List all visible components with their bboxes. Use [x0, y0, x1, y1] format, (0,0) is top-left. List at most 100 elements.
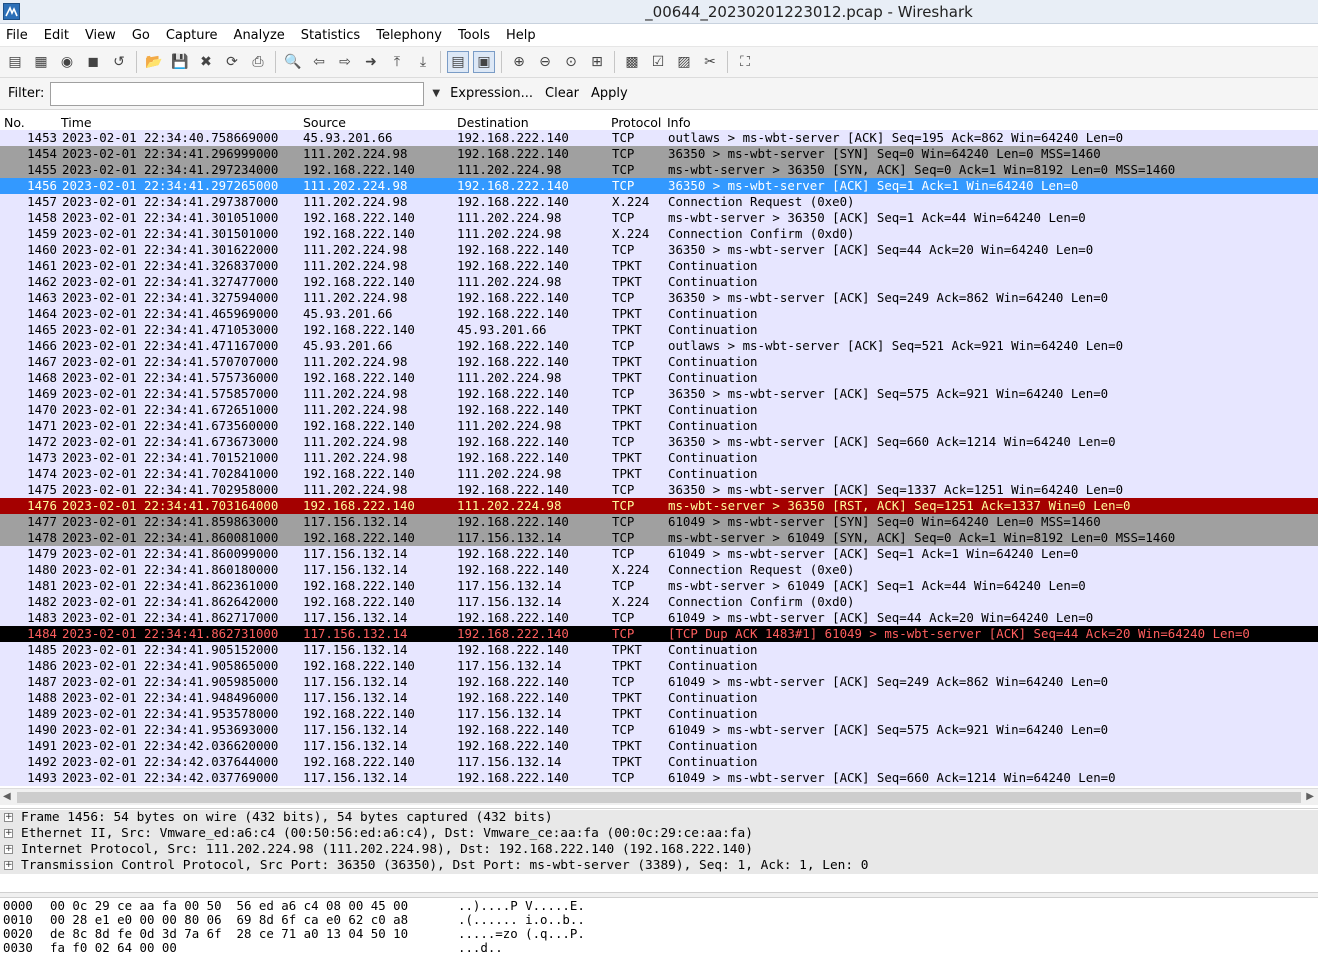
- menu-view[interactable]: View: [83, 26, 118, 45]
- bytes-ascii[interactable]: .....=zo (.q...P.: [458, 927, 585, 941]
- packet-row[interactable]: 1470 2023-02-01 22:34:41.672651000 111.202…: [0, 402, 1318, 418]
- packet-list[interactable]: No. Time Source Destination Protocol Inf…: [0, 114, 1318, 788]
- packet-row[interactable]: 1466 2023-02-01 22:34:41.471167000 45.93.2…: [0, 338, 1318, 354]
- bytes-ascii[interactable]: ..)....P V.....E.: [458, 899, 585, 913]
- zoom-in-icon[interactable]: ⊕: [508, 51, 530, 73]
- packet-row[interactable]: 1486 2023-02-01 22:34:41.905865000 192.168…: [0, 658, 1318, 674]
- packet-row[interactable]: 1454 2023-02-01 22:34:41.296999000 111.202…: [0, 146, 1318, 162]
- go-last-icon[interactable]: ⤓: [412, 51, 434, 73]
- detail-row[interactable]: + Internet Protocol, Src: 111.202.224.98 …: [0, 842, 1318, 858]
- packet-row[interactable]: 1482 2023-02-01 22:34:41.862642000 192.168…: [0, 594, 1318, 610]
- capture-options-icon[interactable]: ▦: [30, 51, 52, 73]
- stop-capture-icon[interactable]: ◼: [82, 51, 104, 73]
- packet-bytes[interactable]: 0000 00 0c 29 ce aa fa 00 50 56 ed a6 c4 …: [0, 898, 1318, 959]
- reload-icon[interactable]: ⟳: [221, 51, 243, 73]
- bytes-ascii[interactable]: .(...... i.o..b..: [458, 913, 585, 927]
- expand-icon[interactable]: +: [4, 845, 13, 854]
- menu-statistics[interactable]: Statistics: [299, 26, 362, 45]
- detail-row[interactable]: + Ethernet II, Src: Vmware_ed:a6:c4 (00:5…: [0, 826, 1318, 842]
- expand-icon[interactable]: +: [4, 829, 13, 838]
- packet-row[interactable]: 1487 2023-02-01 22:34:41.905985000 117.156…: [0, 674, 1318, 690]
- packet-row[interactable]: 1479 2023-02-01 22:34:41.860099000 117.156…: [0, 546, 1318, 562]
- bytes-offset[interactable]: 0010: [3, 913, 33, 927]
- packet-row[interactable]: 1459 2023-02-01 22:34:41.301501000 192.168…: [0, 226, 1318, 242]
- menu-tools[interactable]: Tools: [456, 26, 492, 45]
- menu-edit[interactable]: Edit: [42, 26, 71, 45]
- packet-row[interactable]: 1458 2023-02-01 22:34:41.301051000 192.168…: [0, 210, 1318, 226]
- packet-row[interactable]: 1473 2023-02-01 22:34:41.701521000 111.202…: [0, 450, 1318, 466]
- detail-row[interactable]: + Frame 1456: 54 bytes on wire (432 bits)…: [0, 810, 1318, 826]
- go-forward-icon[interactable]: ⇨: [334, 51, 356, 73]
- bytes-hex[interactable]: 00 28 e1 e0 00 00 80 06 69 8d 6f ca e0 6…: [50, 913, 408, 927]
- zoom-out-icon[interactable]: ⊖: [534, 51, 556, 73]
- save-file-icon[interactable]: 💾: [169, 51, 191, 73]
- coloring-rules-icon[interactable]: ▨: [673, 51, 695, 73]
- packet-row[interactable]: 1463 2023-02-01 22:34:41.327594000 111.202…: [0, 290, 1318, 306]
- packet-row[interactable]: 1474 2023-02-01 22:34:41.702841000 192.168…: [0, 466, 1318, 482]
- auto-scroll-icon[interactable]: ▣: [473, 51, 495, 73]
- preferences-icon[interactable]: ✂: [699, 51, 721, 73]
- packet-row[interactable]: 1462 2023-02-01 22:34:41.327477000 192.168…: [0, 274, 1318, 290]
- packet-row[interactable]: 1477 2023-02-01 22:34:41.859863000 117.156…: [0, 514, 1318, 530]
- packet-row[interactable]: 1485 2023-02-01 22:34:41.905152000 117.156…: [0, 642, 1318, 658]
- packet-row[interactable]: 1460 2023-02-01 22:34:41.301622000 111.202…: [0, 242, 1318, 258]
- zoom-normal-icon[interactable]: ⊙: [560, 51, 582, 73]
- packet-row[interactable]: 1471 2023-02-01 22:34:41.673560000 192.168…: [0, 418, 1318, 434]
- packet-row[interactable]: 1456 2023-02-01 22:34:41.297265000 111.202…: [0, 178, 1318, 194]
- go-first-icon[interactable]: ⤒: [386, 51, 408, 73]
- packet-row[interactable]: 1455 2023-02-01 22:34:41.297234000 192.168…: [0, 162, 1318, 178]
- packet-row[interactable]: 1476 2023-02-01 22:34:41.703164000 192.168…: [0, 498, 1318, 514]
- packet-details[interactable]: + Frame 1456: 54 bytes on wire (432 bits)…: [0, 808, 1318, 892]
- close-file-icon[interactable]: ✖: [195, 51, 217, 73]
- detail-row[interactable]: + Transmission Control Protocol, Src Port…: [0, 858, 1318, 874]
- bytes-hex[interactable]: de 8c 8d fe 0d 3d 7a 6f 28 ce 71 a0 13 0…: [50, 927, 408, 941]
- expand-icon[interactable]: +: [4, 813, 13, 822]
- bytes-ascii[interactable]: ...d..: [458, 941, 503, 955]
- packet-row[interactable]: 1465 2023-02-01 22:34:41.471053000 192.168…: [0, 322, 1318, 338]
- colorize-icon[interactable]: ▤: [447, 51, 469, 73]
- help-icon[interactable]: ⛶: [734, 51, 756, 73]
- packet-row[interactable]: 1469 2023-02-01 22:34:41.575857000 111.202…: [0, 386, 1318, 402]
- packet-row[interactable]: 1453 2023-02-01 22:34:40.758669000 45.93.2…: [0, 130, 1318, 146]
- restart-capture-icon[interactable]: ↺: [108, 51, 130, 73]
- menu-help[interactable]: Help: [504, 26, 538, 45]
- packet-row[interactable]: 1478 2023-02-01 22:34:41.860081000 192.168…: [0, 530, 1318, 546]
- menu-file[interactable]: File: [4, 26, 30, 45]
- find-packet-icon[interactable]: 🔍: [282, 51, 304, 73]
- go-to-packet-icon[interactable]: ➜: [360, 51, 382, 73]
- filter-input[interactable]: [50, 81, 425, 106]
- packet-row[interactable]: 1464 2023-02-01 22:34:41.465969000 45.93.2…: [0, 306, 1318, 322]
- scrollbar-thumb[interactable]: [17, 792, 1301, 803]
- scroll-left-icon[interactable]: ◀: [3, 791, 11, 802]
- menu-telephony[interactable]: Telephony: [374, 26, 444, 45]
- bytes-offset[interactable]: 0030: [3, 941, 33, 955]
- clear-button[interactable]: Clear: [545, 86, 579, 101]
- packet-row[interactable]: 1472 2023-02-01 22:34:41.673673000 111.202…: [0, 434, 1318, 450]
- packet-row[interactable]: 1493 2023-02-01 22:34:42.037769000 117.156…: [0, 770, 1318, 786]
- column-header-info[interactable]: Info: [667, 115, 691, 130]
- packet-row[interactable]: 1467 2023-02-01 22:34:41.570707000 111.202…: [0, 354, 1318, 370]
- packet-row[interactable]: 1481 2023-02-01 22:34:41.862361000 192.168…: [0, 578, 1318, 594]
- column-header-no[interactable]: No.: [4, 115, 25, 130]
- packet-row[interactable]: 1490 2023-02-01 22:34:41.953693000 117.156…: [0, 722, 1318, 738]
- packet-row[interactable]: 1488 2023-02-01 22:34:41.948496000 117.156…: [0, 690, 1318, 706]
- start-capture-icon[interactable]: ◉: [56, 51, 78, 73]
- apply-button[interactable]: Apply: [591, 86, 628, 101]
- capture-filters-icon[interactable]: ▩: [621, 51, 643, 73]
- menu-capture[interactable]: Capture: [164, 26, 220, 45]
- bytes-hex[interactable]: 00 0c 29 ce aa fa 00 50 56 ed a6 c4 08 0…: [50, 899, 408, 913]
- bytes-hex[interactable]: fa f0 02 64 00 00: [50, 941, 177, 955]
- packet-row[interactable]: 1468 2023-02-01 22:34:41.575736000 192.168…: [0, 370, 1318, 386]
- expression-button[interactable]: Expression...: [450, 86, 533, 101]
- menu-go[interactable]: Go: [130, 26, 152, 45]
- filter-history-dropdown-icon[interactable]: ▼: [432, 88, 440, 99]
- column-header-time[interactable]: Time: [61, 115, 92, 130]
- print-icon[interactable]: ⎙: [247, 51, 269, 73]
- packet-row[interactable]: 1457 2023-02-01 22:34:41.297387000 111.202…: [0, 194, 1318, 210]
- packet-row[interactable]: 1489 2023-02-01 22:34:41.953578000 192.168…: [0, 706, 1318, 722]
- display-filters-icon[interactable]: ☑: [647, 51, 669, 73]
- packet-row[interactable]: 1461 2023-02-01 22:34:41.326837000 111.202…: [0, 258, 1318, 274]
- column-header-protocol[interactable]: Protocol: [611, 115, 661, 130]
- open-file-icon[interactable]: 📂: [143, 51, 165, 73]
- packet-row[interactable]: 1491 2023-02-01 22:34:42.036620000 117.156…: [0, 738, 1318, 754]
